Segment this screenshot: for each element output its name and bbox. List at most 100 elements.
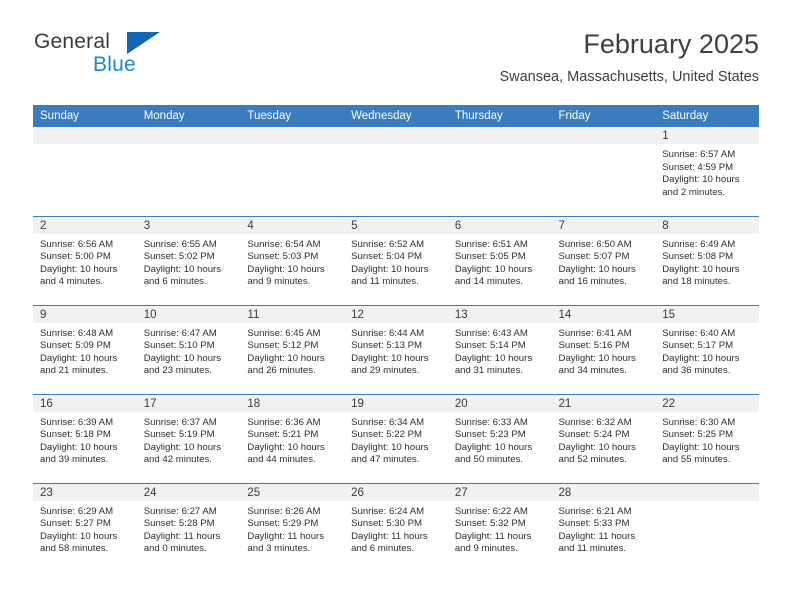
sunrise-text: Sunrise: 6:39 AM — [40, 416, 114, 428]
day-sun-info: Sunrise: 6:51 AM Sunset: 5:05 PM Daylight:… — [448, 234, 552, 289]
day-sun-info: Sunrise: 6:36 AM Sunset: 5:21 PM Daylight:… — [240, 412, 344, 467]
sunset-text: Sunset: 5:13 PM — [351, 340, 423, 352]
sunset-text: Sunset: 5:07 PM — [558, 251, 630, 263]
day-sun-info: Sunrise: 6:26 AM Sunset: 5:29 PM Daylight:… — [240, 501, 344, 556]
day-number: 28 — [551, 483, 656, 501]
calendar-day-cell[interactable]: 21 Sunrise: 6:32 AM Sunset: 5:24 PM Dayligh… — [551, 393, 656, 483]
day-sun-info: Sunrise: 6:27 AM Sunset: 5:28 PM Daylight:… — [137, 501, 241, 556]
day-number: 14 — [551, 305, 656, 323]
sunset-text: Sunset: 5:05 PM — [454, 251, 526, 263]
daylight-text: Daylight: 11 hours and 3 minutes. — [247, 530, 325, 555]
sunrise-text: Sunrise: 6:52 AM — [351, 238, 425, 250]
day-number: 21 — [551, 394, 656, 412]
daylight-text: Daylight: 11 hours and 9 minutes. — [454, 530, 532, 555]
day-number: 11 — [240, 305, 345, 323]
calendar-day-cell-empty — [551, 127, 656, 216]
sunrise-text: Sunrise: 6:47 AM — [143, 327, 217, 339]
day-sun-info: Sunrise: 6:41 AM Sunset: 5:16 PM Daylight:… — [552, 323, 656, 378]
sunset-text: Sunset: 5:18 PM — [40, 429, 111, 441]
calendar-day-cell[interactable]: 9 Sunrise: 6:48 AM Sunset: 5:09 PM Daylight… — [33, 304, 137, 394]
general-blue-logo[interactable]: General Blue — [33, 28, 163, 84]
day-number: 15 — [655, 305, 759, 323]
sunset-text: Sunset: 5:04 PM — [351, 251, 423, 263]
sunset-text: Sunset: 5:02 PM — [143, 251, 215, 263]
sunrise-text: Sunrise: 6:54 AM — [247, 238, 321, 250]
day-sun-info: Sunrise: 6:34 AM Sunset: 5:22 PM Daylight:… — [344, 412, 448, 467]
sunrise-text: Sunrise: 6:50 AM — [558, 238, 632, 250]
calendar-day-cell[interactable]: 10 Sunrise: 6:47 AM Sunset: 5:10 PM Dayligh… — [136, 304, 241, 394]
day-sun-info: Sunrise: 6:22 AM Sunset: 5:32 PM Daylight:… — [448, 501, 552, 556]
day-number: 8 — [655, 216, 759, 234]
calendar-day-cell[interactable]: 12 Sunrise: 6:44 AM Sunset: 5:13 PM Dayligh… — [344, 304, 448, 394]
daylight-text: Daylight: 10 hours and 21 minutes. — [40, 352, 118, 377]
sunrise-text: Sunrise: 6:55 AM — [143, 238, 217, 250]
day-number: 22 — [655, 394, 759, 412]
calendar-day-cell[interactable]: 17 Sunrise: 6:37 AM Sunset: 5:19 PM Dayligh… — [136, 393, 241, 483]
calendar-day-cell-empty — [655, 482, 759, 572]
calendar-day-cell[interactable]: 1 Sunrise: 6:57 AM Sunset: 4:59 PM Daylight… — [655, 127, 759, 216]
calendar-day-cell[interactable]: 8 Sunrise: 6:49 AM Sunset: 5:08 PM Daylight… — [655, 215, 759, 305]
sunset-text: Sunset: 5:22 PM — [351, 429, 423, 441]
weekday-header-saturday: Saturday — [655, 105, 759, 127]
calendar-day-cell[interactable]: 7 Sunrise: 6:50 AM Sunset: 5:07 PM Daylight… — [551, 215, 656, 305]
calendar-day-cell[interactable]: 15 Sunrise: 6:40 AM Sunset: 5:17 PM Dayligh… — [655, 304, 759, 394]
sunrise-text: Sunrise: 6:30 AM — [662, 416, 736, 428]
calendar-day-cell[interactable]: 13 Sunrise: 6:43 AM Sunset: 5:14 PM Dayligh… — [447, 304, 552, 394]
weekday-header-row: Sunday Monday Tuesday Wednesday Thursday Frid… — [33, 105, 759, 127]
day-number: 7 — [551, 216, 656, 234]
sunrise-text: Sunrise: 6:44 AM — [351, 327, 425, 339]
calendar-day-cell[interactable]: 5 Sunrise: 6:52 AM Sunset: 5:04 PM Daylight… — [344, 215, 448, 305]
sunrise-text: Sunrise: 6:26 AM — [247, 505, 321, 517]
daylight-text: Daylight: 10 hours and 44 minutes. — [247, 441, 325, 466]
calendar-day-cell[interactable]: 23 Sunrise: 6:29 AM Sunset: 5:27 PM Dayligh… — [33, 482, 137, 572]
day-sun-info: Sunrise: 6:44 AM Sunset: 5:13 PM Daylight:… — [344, 323, 448, 378]
calendar-day-cell[interactable]: 4 Sunrise: 6:54 AM Sunset: 5:03 PM Daylight… — [240, 215, 345, 305]
day-number: 2 — [33, 216, 137, 234]
daylight-text: Daylight: 10 hours and 52 minutes. — [558, 441, 636, 466]
day-sun-info: Sunrise: 6:55 AM Sunset: 5:02 PM Daylight:… — [137, 234, 241, 289]
day-number: 26 — [344, 483, 448, 501]
page-header: General Blue February 2025 Swansea, Mass… — [33, 28, 759, 100]
calendar-day-cell[interactable]: 6 Sunrise: 6:51 AM Sunset: 5:05 PM Daylight… — [447, 215, 552, 305]
day-number: 13 — [447, 305, 552, 323]
calendar-day-cell[interactable]: 26 Sunrise: 6:24 AM Sunset: 5:30 PM Dayligh… — [344, 482, 448, 572]
calendar-day-cell[interactable]: 18 Sunrise: 6:36 AM Sunset: 5:21 PM Dayligh… — [240, 393, 345, 483]
calendar-day-cell-empty — [136, 127, 241, 216]
day-sun-info: Sunrise: 6:48 AM Sunset: 5:09 PM Daylight:… — [33, 323, 137, 378]
calendar-day-cell[interactable]: 20 Sunrise: 6:33 AM Sunset: 5:23 PM Dayligh… — [447, 393, 552, 483]
sunrise-text: Sunrise: 6:22 AM — [454, 505, 528, 517]
daylight-text: Daylight: 10 hours and 9 minutes. — [247, 263, 325, 288]
day-number: 1 — [655, 127, 759, 144]
calendar-day-cell[interactable]: 27 Sunrise: 6:22 AM Sunset: 5:32 PM Dayligh… — [447, 482, 552, 572]
calendar-day-cell[interactable]: 25 Sunrise: 6:26 AM Sunset: 5:29 PM Dayligh… — [240, 482, 345, 572]
calendar-day-cell[interactable]: 14 Sunrise: 6:41 AM Sunset: 5:16 PM Dayligh… — [551, 304, 656, 394]
day-number: 5 — [344, 216, 448, 234]
calendar-day-cell[interactable]: 28 Sunrise: 6:21 AM Sunset: 5:33 PM Dayligh… — [551, 482, 656, 572]
daylight-text: Daylight: 10 hours and 2 minutes. — [662, 174, 740, 198]
day-sun-info: Sunrise: 6:37 AM Sunset: 5:19 PM Daylight:… — [137, 412, 241, 467]
day-sun-info: Sunrise: 6:45 AM Sunset: 5:12 PM Daylight:… — [240, 323, 344, 378]
calendar-day-cell[interactable]: 11 Sunrise: 6:45 AM Sunset: 5:12 PM Dayligh… — [240, 304, 345, 394]
day-sun-info: Sunrise: 6:30 AM Sunset: 5:25 PM Daylight:… — [655, 412, 759, 467]
calendar-day-cell[interactable]: 22 Sunrise: 6:30 AM Sunset: 5:25 PM Dayligh… — [655, 393, 759, 483]
sunset-text: Sunset: 5:08 PM — [662, 251, 734, 263]
calendar-table: Sunday Monday Tuesday Wednesday Thursday Frid… — [33, 105, 759, 572]
weekday-header-monday: Monday — [136, 105, 241, 127]
day-sun-info: Sunrise: 6:57 AM Sunset: 4:59 PM Daylight:… — [655, 144, 759, 199]
calendar-header-row: Sunday Monday Tuesday Wednesday Thursday Frid… — [33, 105, 759, 127]
daylight-text: Daylight: 10 hours and 55 minutes. — [662, 441, 740, 466]
sunset-text: Sunset: 5:14 PM — [454, 340, 526, 352]
calendar-week-row: 2 Sunrise: 6:56 AM Sunset: 5:00 PM Daylight… — [33, 215, 759, 305]
sunrise-text: Sunrise: 6:57 AM — [662, 149, 736, 160]
calendar-day-cell[interactable]: 3 Sunrise: 6:55 AM Sunset: 5:02 PM Daylight… — [136, 215, 241, 305]
calendar-day-cell[interactable]: 16 Sunrise: 6:39 AM Sunset: 5:18 PM Dayligh… — [33, 393, 137, 483]
calendar-day-cell[interactable]: 2 Sunrise: 6:56 AM Sunset: 5:00 PM Daylight… — [33, 215, 137, 305]
day-number: 19 — [344, 394, 448, 412]
calendar-day-cell[interactable]: 24 Sunrise: 6:27 AM Sunset: 5:28 PM Dayligh… — [136, 482, 241, 572]
day-number — [33, 127, 137, 144]
day-number: 4 — [240, 216, 345, 234]
calendar-day-cell[interactable]: 19 Sunrise: 6:34 AM Sunset: 5:22 PM Dayligh… — [344, 393, 448, 483]
sunrise-text: Sunrise: 6:49 AM — [662, 238, 736, 250]
day-number: 12 — [344, 305, 448, 323]
day-sun-info: Sunrise: 6:56 AM Sunset: 5:00 PM Daylight:… — [33, 234, 137, 289]
